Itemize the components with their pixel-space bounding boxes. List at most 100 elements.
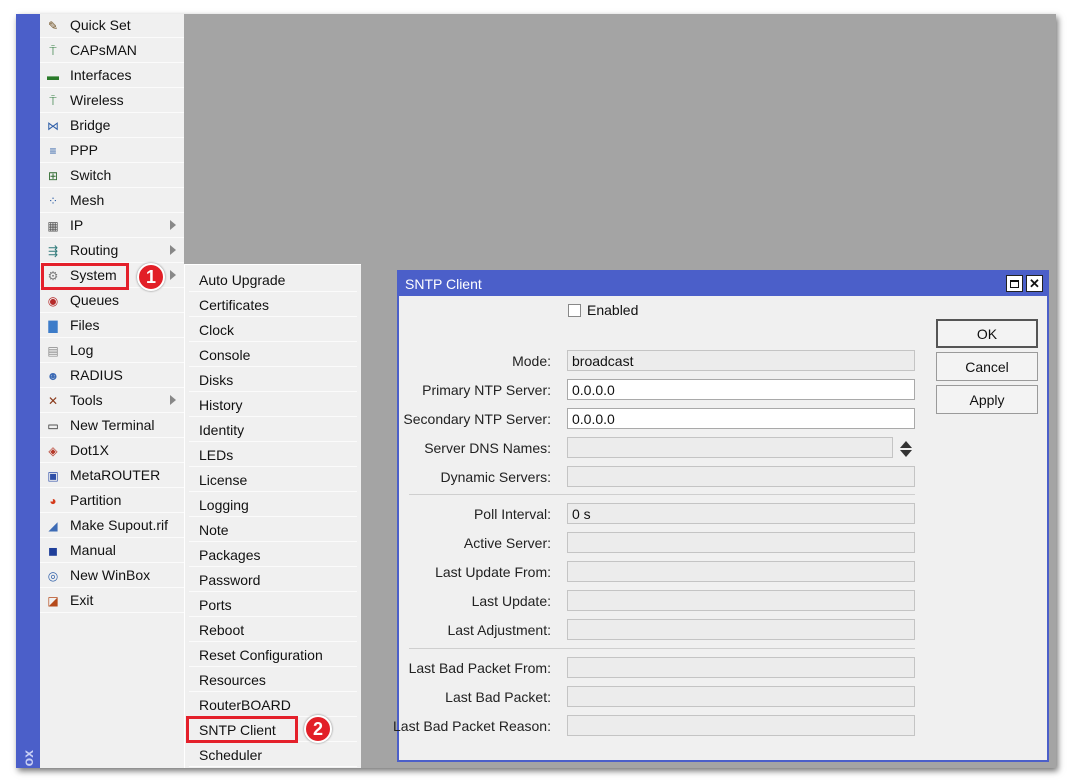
dns-spinner[interactable] [899, 440, 913, 458]
submenu-item-label: Console [199, 347, 251, 363]
submenu-item-license[interactable]: License [189, 468, 357, 492]
sidebar-item-radius[interactable]: ☻ RADIUS [40, 364, 184, 388]
sidebar-item-label: New WinBox [70, 567, 151, 583]
step-badge-2: 2 [304, 715, 332, 743]
submenu-item-clock[interactable]: Clock [189, 318, 357, 342]
sidebar-item-ppp[interactable]: ≡ PPP [40, 139, 184, 163]
sidebar-item-wireless[interactable]: ⍑ Wireless [40, 89, 184, 113]
checkbox-box[interactable] [568, 304, 581, 317]
sidebar-item-files[interactable]: ▇ Files [40, 314, 184, 338]
winbox-icon: ◎ [47, 569, 59, 583]
sidebar-item-label: New Terminal [70, 417, 155, 433]
submenu-arrow-icon [170, 395, 176, 405]
submenu-item-label: Password [199, 572, 261, 588]
field-mode: Mode: broadcast [399, 350, 919, 372]
tools-icon: ✕ [47, 394, 59, 408]
sidebar-item-new-winbox[interactable]: ◎ New WinBox [40, 564, 184, 588]
ppp-icon: ≡ [49, 144, 57, 158]
sidebar-item-exit[interactable]: ◪ Exit [40, 589, 184, 613]
server-dns-names-input [567, 437, 893, 458]
field-label: Active Server: [463, 535, 551, 551]
users-icon: ☻ [46, 369, 60, 383]
highlight-system [41, 263, 129, 290]
sidebar-item-make-supout-rif[interactable]: ◢ Make Supout.rif [40, 514, 184, 538]
submenu-item-routerboard[interactable]: RouterBOARD [189, 693, 357, 717]
field-label: Secondary NTP Server: [403, 411, 551, 427]
sidebar-item-queues[interactable]: ◉ Queues [40, 289, 184, 313]
maximize-icon[interactable] [1006, 275, 1023, 292]
submenu-arrow-icon [170, 220, 176, 230]
sidebar-menu: ✎ Quick Set ⍑ CAPsMAN ▬ Interfaces ⍑ Wireless ⋈ B… [40, 14, 184, 768]
cancel-button[interactable]: Cancel [936, 352, 1038, 381]
sidebar-item-switch[interactable]: ⊞ Switch [40, 164, 184, 188]
sidebar-item-label: Mesh [70, 192, 105, 208]
sidebar-item-tools[interactable]: ✕ Tools [40, 389, 184, 413]
submenu-item-identity[interactable]: Identity [189, 418, 357, 442]
submenu-item-label: Auto Upgrade [199, 272, 286, 288]
submenu-item-reboot[interactable]: Reboot [189, 618, 357, 642]
secondary-ntp-server-input[interactable]: 0.0.0.0 [567, 408, 915, 429]
submenu-item-label: Logging [199, 497, 249, 513]
field-label: Last Bad Packet Reason: [393, 718, 551, 734]
sidebar-item-label: Interfaces [70, 67, 132, 83]
submenu-item-certificates[interactable]: Certificates [189, 293, 357, 317]
submenu-item-auto-upgrade[interactable]: Auto Upgrade [189, 268, 357, 292]
submenu-item-history[interactable]: History [189, 393, 357, 417]
sidebar-item-metarouter[interactable]: ▣ MetaROUTER [40, 464, 184, 488]
close-icon[interactable]: ✕ [1026, 275, 1043, 292]
sidebar-item-capsman[interactable]: ⍑ CAPsMAN [40, 39, 184, 63]
sidebar-item-interfaces[interactable]: ▬ Interfaces [40, 64, 184, 88]
field-label: Last Update From: [435, 564, 551, 580]
submenu-item-leds[interactable]: LEDs [189, 443, 357, 467]
submenu-arrow-icon [170, 245, 176, 255]
sntp-client-dialog: SNTP Client ✕ Enabled Mode: broadcast Prim… [393, 270, 1049, 762]
queues-icon: ◉ [47, 294, 59, 308]
sidebar-item-label: RADIUS [70, 367, 123, 383]
last-update-input [567, 590, 915, 611]
spin-down-icon[interactable] [900, 450, 912, 457]
submenu-item-note[interactable]: Note [189, 518, 357, 542]
spin-up-icon[interactable] [900, 441, 912, 448]
field-active-server: Active Server: [399, 532, 919, 554]
field-primary-ntp-server: Primary NTP Server: 0.0.0.0 [399, 379, 919, 401]
brand-text: ox [20, 749, 36, 766]
submenu-item-ports[interactable]: Ports [189, 593, 357, 617]
sidebar-item-manual[interactable]: ◼ Manual [40, 539, 184, 563]
submenu-item-scheduler[interactable]: Scheduler [189, 743, 357, 767]
sidebar-item-bridge[interactable]: ⋈ Bridge [40, 114, 184, 138]
sidebar-item-mesh[interactable]: ⁘ Mesh [40, 189, 184, 213]
sidebar-item-partition[interactable]: ◕ Partition [40, 489, 184, 513]
submenu-item-logging[interactable]: Logging [189, 493, 357, 517]
field-last-update: Last Update: [399, 590, 919, 612]
submenu-item-label: Ports [199, 597, 232, 613]
submenu-item-label: RouterBOARD [199, 697, 291, 713]
switch-icon: ⊞ [47, 169, 59, 183]
submenu-item-console[interactable]: Console [189, 343, 357, 367]
sidebar-item-ip[interactable]: ▦ IP [40, 214, 184, 238]
submenu-item-reset-configuration[interactable]: Reset Configuration [189, 643, 357, 667]
apply-button[interactable]: Apply [936, 385, 1038, 414]
submenu-item-packages[interactable]: Packages [189, 543, 357, 567]
sidebar-item-new-terminal[interactable]: ▭ New Terminal [40, 414, 184, 438]
submenu-item-disks[interactable]: Disks [189, 368, 357, 392]
submenu-item-resources[interactable]: Resources [189, 668, 357, 692]
submenu-item-label: Disks [199, 372, 234, 388]
poll-interval-input: 0 s [567, 503, 915, 524]
last-bad-packet-input [567, 686, 915, 707]
sidebar-item-label: PPP [70, 142, 99, 158]
sidebar-item-label: MetaROUTER [70, 467, 161, 483]
dialog-titlebar[interactable]: SNTP Client ✕ [399, 272, 1047, 296]
sidebar-item-dot1x[interactable]: ◈ Dot1X [40, 439, 184, 463]
submenu-item-label: Packages [199, 547, 261, 563]
sidebar-item-label: CAPsMAN [70, 42, 137, 58]
submenu-item-password[interactable]: Password [189, 568, 357, 592]
field-label: Mode: [512, 353, 551, 369]
routing-icon: ⇶ [47, 244, 59, 258]
field-server-dns-names: Server DNS Names: [399, 437, 919, 459]
primary-ntp-server-input[interactable]: 0.0.0.0 [567, 379, 915, 400]
ok-button[interactable]: OK [936, 319, 1038, 348]
sidebar-item-log[interactable]: ▤ Log [40, 339, 184, 363]
enabled-checkbox[interactable]: Enabled [568, 301, 688, 321]
sidebar-item-routing[interactable]: ⇶ Routing [40, 239, 184, 263]
sidebar-item-quick-set[interactable]: ✎ Quick Set [40, 14, 184, 38]
